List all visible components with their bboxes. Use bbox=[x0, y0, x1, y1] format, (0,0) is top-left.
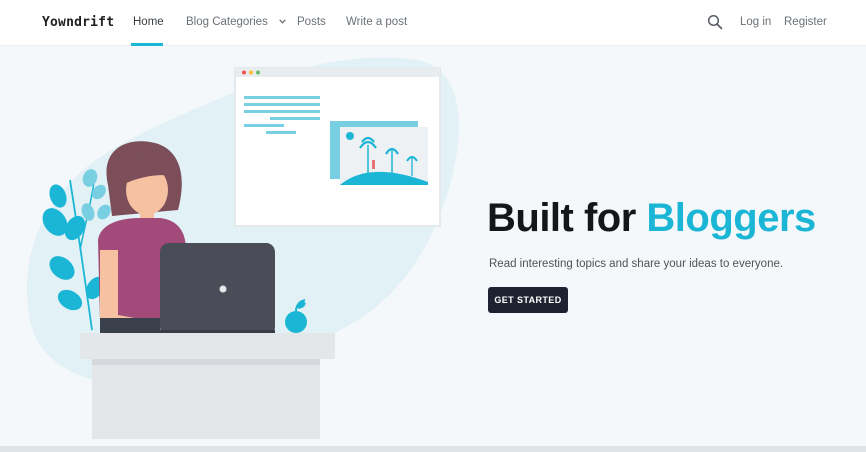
hero-subtitle: Read interesting topics and share your i… bbox=[489, 258, 784, 270]
desk-art bbox=[80, 333, 335, 439]
hero-title-main: Built for bbox=[487, 196, 647, 240]
nav-posts[interactable]: Posts bbox=[297, 16, 326, 28]
top-navbar: Yowndrift Home Blog Categories Posts Wri… bbox=[0, 0, 866, 46]
hero-title: Built for Bloggers bbox=[487, 196, 816, 241]
nav-blog-categories[interactable]: Blog Categories bbox=[186, 16, 286, 28]
browser-window-art bbox=[234, 67, 441, 227]
get-started-button[interactable]: GET STARTED bbox=[488, 287, 568, 313]
nav-login[interactable]: Log in bbox=[740, 16, 771, 28]
nav-write-post[interactable]: Write a post bbox=[346, 16, 407, 28]
page-bottom-strip bbox=[0, 446, 866, 452]
search-icon[interactable] bbox=[707, 14, 723, 30]
brand-logo[interactable]: Yowndrift bbox=[42, 15, 114, 30]
nav-register[interactable]: Register bbox=[784, 16, 827, 28]
nav-blog-categories-label: Blog Categories bbox=[186, 16, 268, 28]
chevron-down-icon bbox=[279, 19, 286, 24]
hero-illustration bbox=[26, 57, 459, 439]
hero-title-accent: Bloggers bbox=[646, 196, 816, 240]
nav-home[interactable]: Home bbox=[133, 16, 164, 28]
